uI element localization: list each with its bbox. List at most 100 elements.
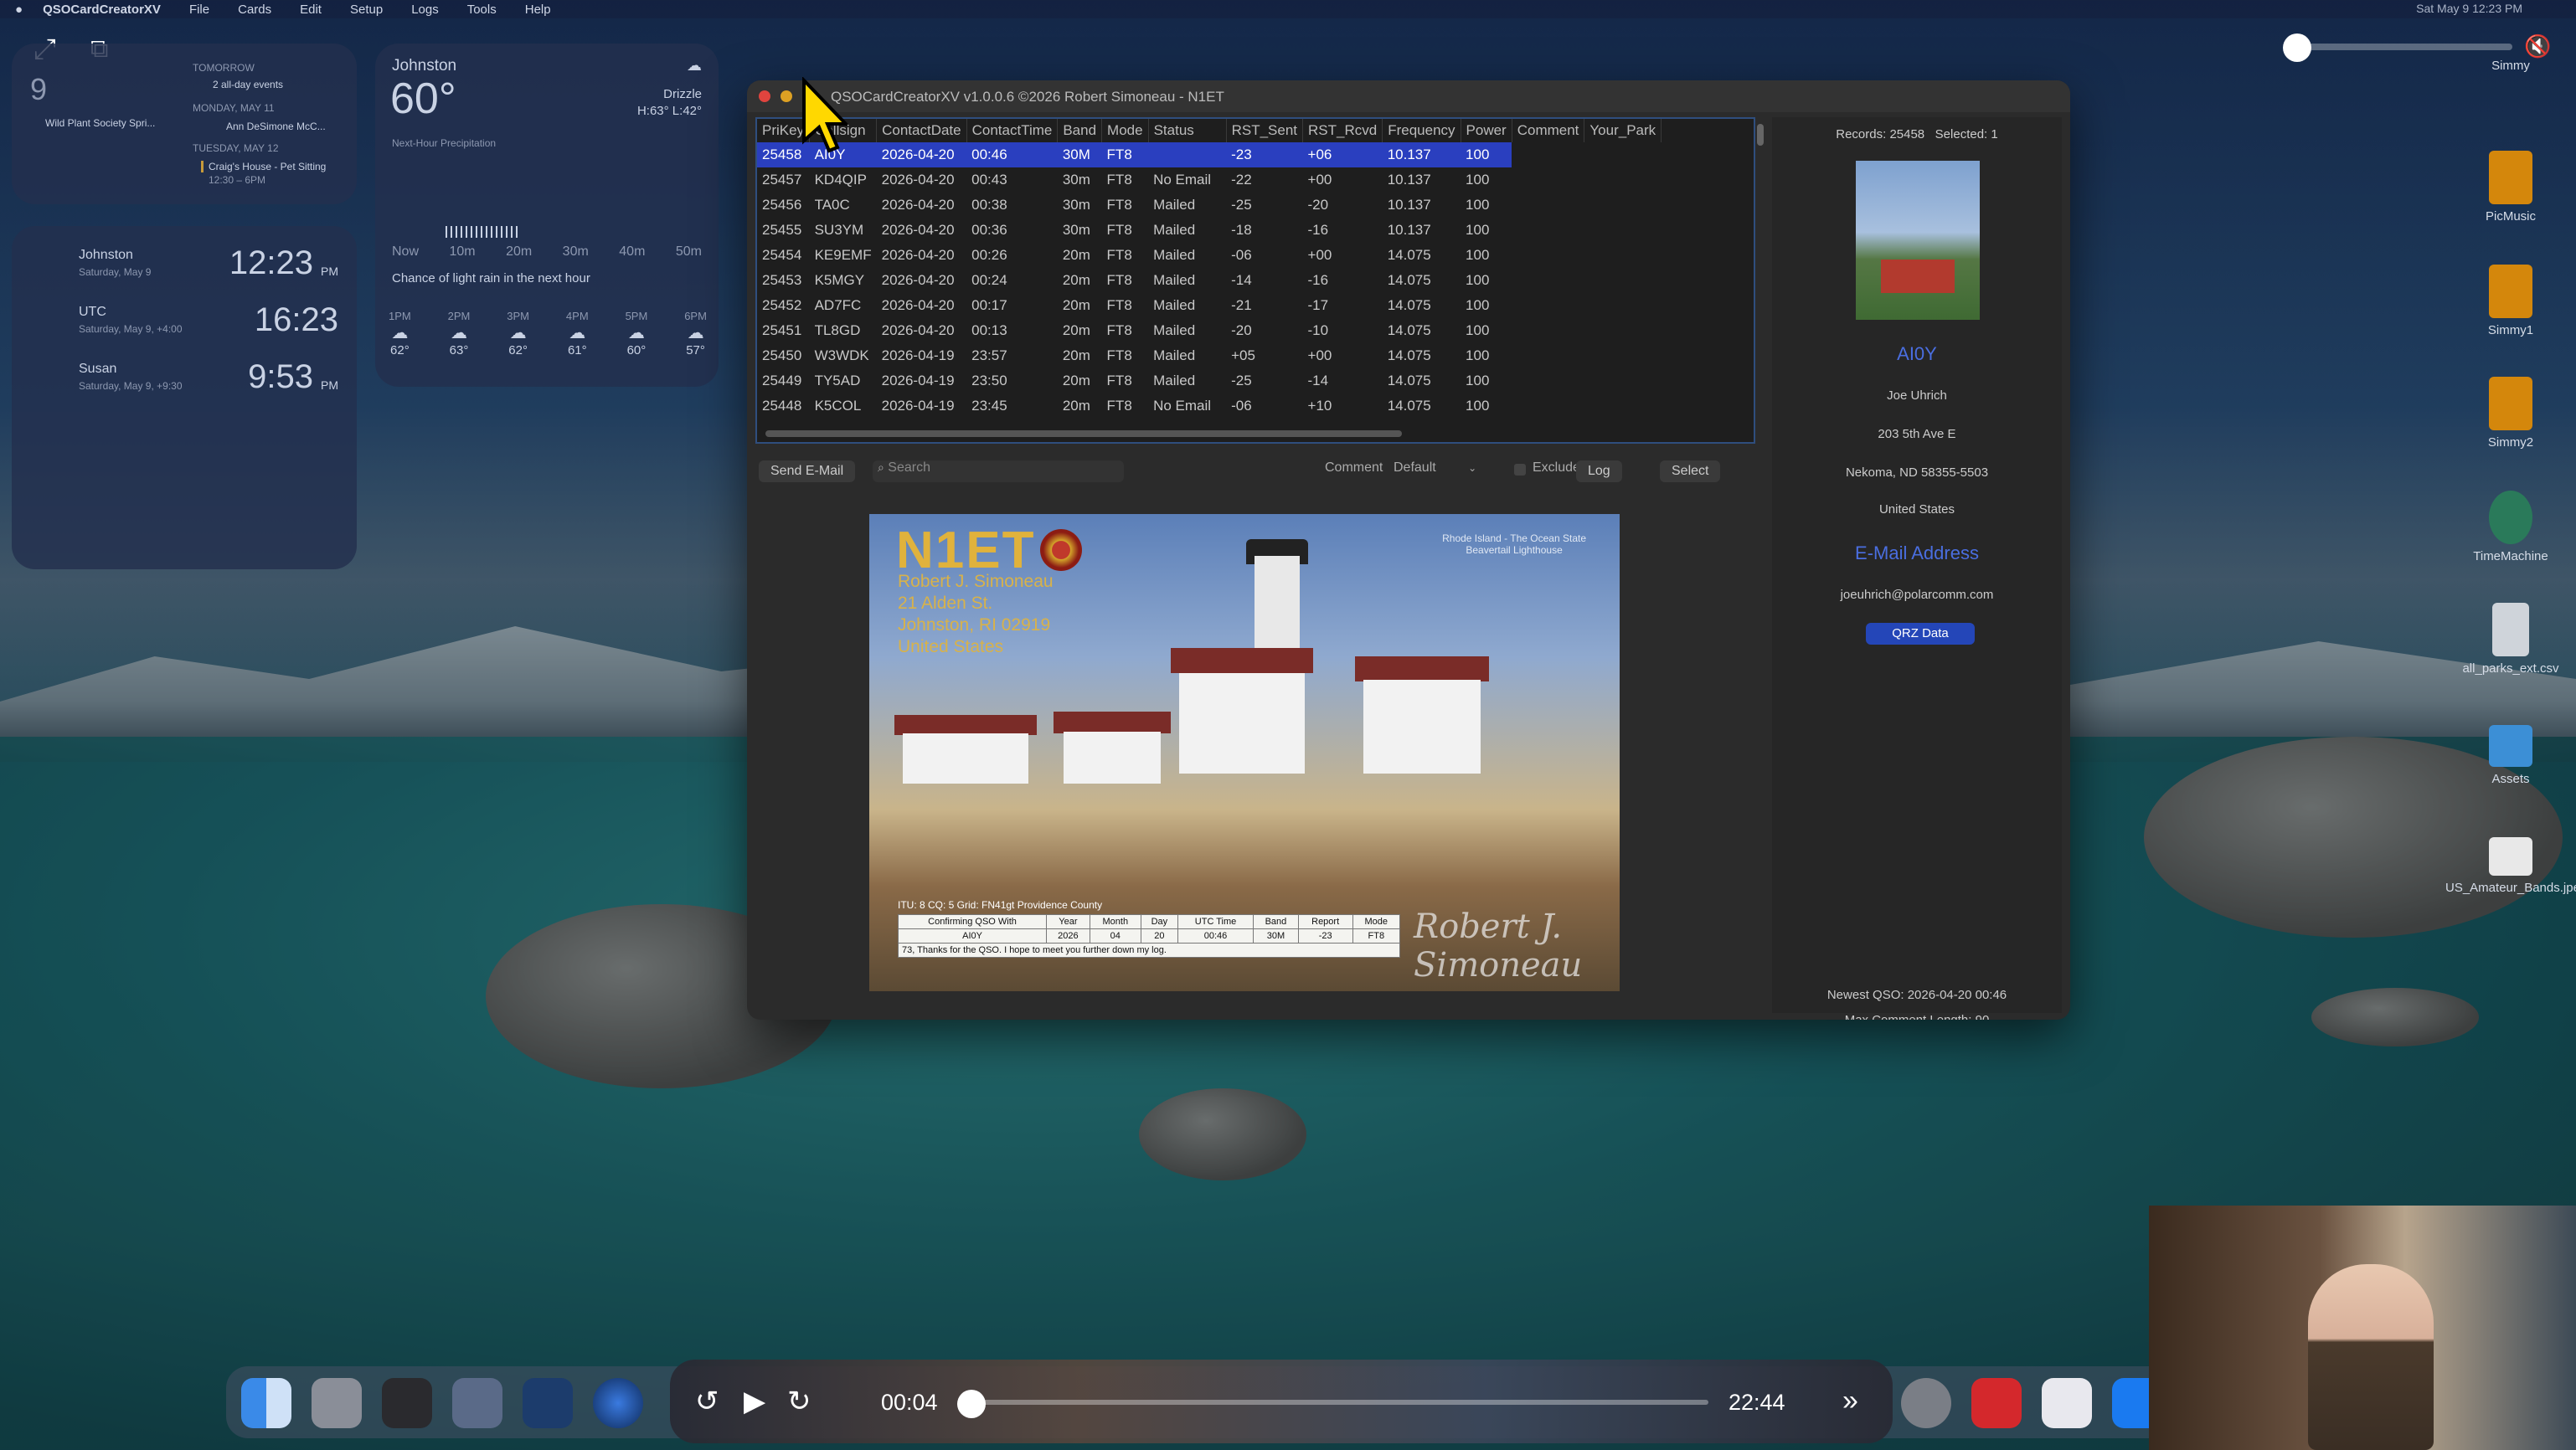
- desktop-item-csv[interactable]: all_parks_ext.csv: [2445, 603, 2576, 676]
- column-header[interactable]: ContactDate: [876, 119, 967, 142]
- table-row[interactable]: 25457 KD4QIP 2026-04-20 00:43 30m FT8 No Email…: [757, 167, 1662, 193]
- table-row[interactable]: 25448 K5COL 2026-04-19 23:45 20m FT8 No Email -…: [757, 393, 1662, 419]
- playback-scrubber[interactable]: [957, 1390, 986, 1418]
- email-heading-link[interactable]: E-Mail Address: [1772, 542, 2062, 564]
- column-header[interactable]: Status: [1148, 119, 1227, 142]
- qsl-card-preview[interactable]: N1ET Robert J. Simoneau 21 Alden St. Joh…: [869, 514, 1620, 991]
- comment-select-value: Default: [1394, 460, 1436, 475]
- table-cell: +06: [1302, 142, 1383, 167]
- desktop-item-assets[interactable]: Assets: [2445, 725, 2576, 786]
- volume-knob[interactable]: [2283, 33, 2311, 62]
- qso-header: Band: [1253, 914, 1299, 929]
- desktop-item-simmy[interactable]: Simmy: [2445, 59, 2576, 73]
- send-email-button[interactable]: Send E-Mail: [759, 460, 856, 482]
- table-cell: 100: [1466, 373, 1490, 388]
- desktop-item-timemachine[interactable]: TimeMachine: [2445, 491, 2576, 563]
- table-cell: Mailed: [1153, 322, 1196, 338]
- column-header[interactable]: Frequency: [1382, 119, 1461, 142]
- globe-app-icon[interactable]: [593, 1378, 643, 1428]
- column-header[interactable]: Your_Park: [1584, 119, 1662, 142]
- horizontal-scrollbar[interactable]: [765, 430, 1402, 437]
- menu-tools[interactable]: Tools: [467, 3, 497, 17]
- table-row[interactable]: 25455 SU3YM 2026-04-20 00:36 30m FT8 Mailed -18…: [757, 218, 1662, 243]
- exclude-sent-checkbox[interactable]: [1514, 464, 1526, 476]
- ic-app-icon[interactable]: [523, 1378, 573, 1428]
- menu-logs[interactable]: Logs: [411, 3, 439, 17]
- world-clock-widget[interactable]: Johnston Saturday, May 9 12:23 PM UTC Sa…: [12, 226, 357, 569]
- menu-cards[interactable]: Cards: [238, 3, 271, 17]
- table-cell: -14: [1307, 373, 1329, 388]
- launchpad-icon[interactable]: [312, 1378, 362, 1428]
- hour-label: 4PM: [565, 310, 589, 322]
- desktop-item-label: Simmy2: [2487, 435, 2534, 450]
- mute-icon[interactable]: 🔇: [2524, 33, 2551, 59]
- settings-gear-icon[interactable]: [1901, 1378, 1951, 1428]
- desktop-item-simmy1[interactable]: Simmy1: [2445, 265, 2576, 337]
- table-row[interactable]: 25456 TA0C 2026-04-20 00:38 30m FT8 Mailed -25 -…: [757, 193, 1662, 218]
- desktop-item-simmy2[interactable]: Simmy2: [2445, 377, 2576, 450]
- menu-help[interactable]: Help: [525, 3, 551, 17]
- apple-menu-icon[interactable]: ●: [15, 3, 23, 17]
- column-header[interactable]: Mode: [1101, 119, 1149, 142]
- search-field[interactable]: ⌕ Search: [873, 460, 1124, 482]
- table-row[interactable]: 25454 KE9EMF 2026-04-20 00:26 20m FT8 Mailed -0…: [757, 243, 1662, 268]
- table-row[interactable]: 25451 TL8GD 2026-04-20 00:13 20m FT8 Mailed -20…: [757, 318, 1662, 343]
- desktop-item-picmusic[interactable]: PicMusic: [2445, 151, 2576, 224]
- vertical-scrollbar[interactable]: [1757, 124, 1764, 146]
- column-header[interactable]: Comment: [1512, 119, 1585, 142]
- elapsed-time: 00:04: [881, 1390, 938, 1415]
- menu-setup[interactable]: Setup: [350, 3, 383, 17]
- skip-back-15-icon[interactable]: ↺: [695, 1385, 719, 1418]
- mission-control-icon[interactable]: [382, 1378, 432, 1428]
- table-cell: KD4QIP: [814, 172, 867, 188]
- volume-slider[interactable]: [2286, 44, 2512, 50]
- app-window[interactable]: QSOCardCreatorXV v1.0.0.6 ©2026 Robert S…: [747, 80, 2070, 1020]
- finder-icon[interactable]: [241, 1378, 291, 1428]
- log-button[interactable]: Log: [1576, 460, 1622, 482]
- column-header[interactable]: Band: [1057, 119, 1103, 142]
- table-row[interactable]: 25449 TY5AD 2026-04-19 23:50 20m FT8 Mailed -25…: [757, 368, 1662, 393]
- table-cell: -20: [1307, 197, 1329, 213]
- log-table[interactable]: PriKey Callsign ContactDate ContactTime …: [755, 117, 1755, 444]
- fast-forward-icon[interactable]: »: [1842, 1385, 1858, 1417]
- chevron-down-icon: ⌄: [1468, 462, 1477, 474]
- table-cell: Mailed: [1153, 347, 1196, 363]
- table-row[interactable]: 25450 W3WDK 2026-04-19 23:57 20m FT8 Mailed +05…: [757, 343, 1662, 368]
- menu-file[interactable]: File: [189, 3, 209, 17]
- column-header[interactable]: RST_Rcvd: [1302, 119, 1383, 142]
- sync-app-icon[interactable]: [2042, 1378, 2092, 1428]
- precip-tick: 10m: [449, 244, 476, 259]
- column-header[interactable]: ContactTime: [966, 119, 1059, 142]
- menubar-clock[interactable]: Sat May 9 12:23 PM: [2416, 2, 2522, 15]
- minimize-window-button[interactable]: [781, 90, 792, 102]
- select-button[interactable]: Select: [1660, 460, 1721, 482]
- play-icon[interactable]: ▶: [744, 1385, 765, 1418]
- qrz-data-button[interactable]: QRZ Data: [1866, 623, 1975, 645]
- playback-progress-bar[interactable]: [971, 1400, 1708, 1405]
- close-window-button[interactable]: [759, 90, 770, 102]
- creative-cloud-icon[interactable]: [1971, 1378, 2022, 1428]
- selected-label: Selected: 1: [1935, 127, 1998, 141]
- comment-select[interactable]: Default ⌄: [1394, 460, 1494, 476]
- menu-app-name[interactable]: QSOCardCreatorXV: [43, 3, 161, 17]
- menu-edit[interactable]: Edit: [300, 3, 322, 17]
- table-cell: 14.075: [1387, 373, 1431, 388]
- detail-email[interactable]: joeuhrich@polarcomm.com: [1772, 588, 2062, 602]
- skip-forward-15-icon[interactable]: ↻: [787, 1385, 811, 1418]
- clock-sub: Saturday, May 9, +4:00: [79, 323, 183, 335]
- column-header[interactable]: RST_Sent: [1226, 119, 1304, 142]
- column-header[interactable]: Power: [1461, 119, 1512, 142]
- table-cell: 25454: [762, 247, 802, 263]
- table-cell: 25453: [762, 272, 802, 288]
- folder-icon: [2489, 377, 2532, 430]
- table-row[interactable]: 25452 AD7FC 2026-04-20 00:17 20m FT8 Mailed -21…: [757, 293, 1662, 318]
- desktop-item-bands-jpeg[interactable]: US_Amateur_Bands.jpeg: [2445, 837, 2576, 896]
- table-row[interactable]: 25458 AI0Y 2026-04-20 00:46 30M FT8 -23 +06 10.1…: [757, 142, 1662, 167]
- table-row[interactable]: 25453 K5MGY 2026-04-20 00:24 20m FT8 Mailed -14…: [757, 268, 1662, 293]
- weather-widget[interactable]: Johnston 60° ☁ Drizzle H:63° L:42° Next-…: [375, 44, 719, 387]
- window-titlebar[interactable]: QSOCardCreatorXV v1.0.0.6 ©2026 Robert S…: [747, 80, 2070, 112]
- table-cell: 00:38: [971, 197, 1007, 213]
- table-cell: -21: [1231, 297, 1252, 313]
- screen-recorder-icon[interactable]: [452, 1378, 502, 1428]
- calendar-widget[interactable]: 9 TOMORROW 2 all-day events Wild Plant S…: [12, 44, 357, 204]
